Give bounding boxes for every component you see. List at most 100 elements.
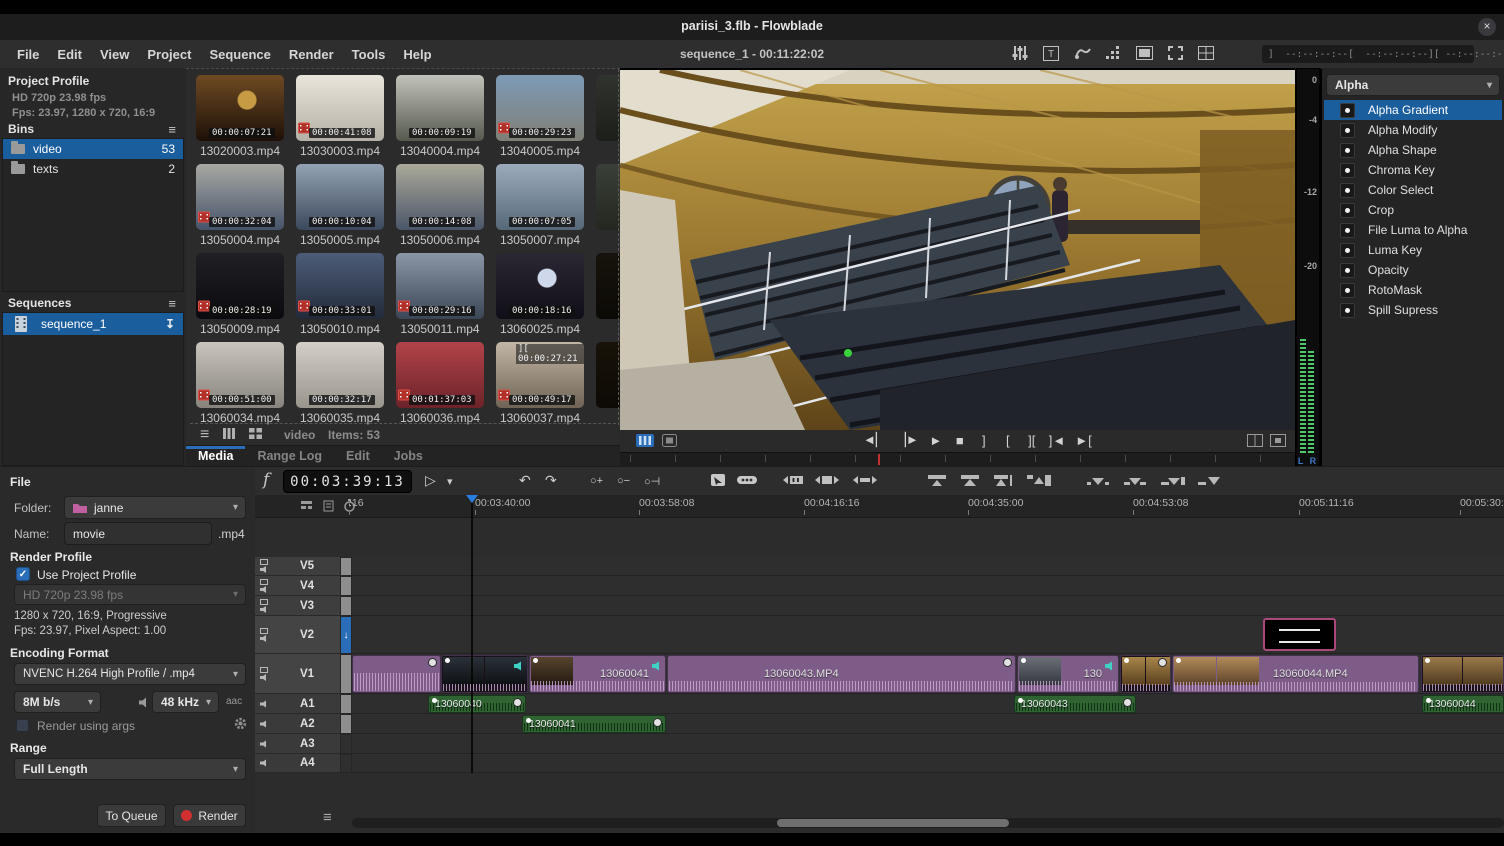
undo-icon[interactable]: ↶ [519,472,531,489]
filter-item-alpha-gradient[interactable]: Alpha Gradient [1324,100,1502,120]
batch-grid-icon[interactable] [1103,44,1123,62]
sequences-menu-icon[interactable]: ≡ [168,296,176,311]
prev-frame-button[interactable]: ◄▏ [863,432,886,448]
redo-icon[interactable]: ↷ [545,472,557,489]
fade-handle-icon[interactable] [1123,698,1132,707]
media-item[interactable]: 00:00:10:0413050005.mp4 [290,164,390,247]
fade-handle-icon[interactable] [653,718,662,727]
bitrate-select[interactable]: 8M b/s ▾ [14,691,101,713]
track-height-control-a4[interactable] [340,754,352,773]
media-item[interactable]: 130 [590,253,620,336]
timeline-clip-video[interactable]: 13060043.MP4 [667,655,1016,693]
lift-icon[interactable] [960,473,980,492]
mixer-icon[interactable] [1010,44,1030,62]
monitor-scrub-bar[interactable] [620,452,1295,467]
filter-item-file-luma-to-alpha[interactable]: File Luma to Alpha [1324,220,1502,240]
playhead-marker[interactable] [466,495,478,503]
bin-item-texts[interactable]: texts2 [3,159,183,179]
render-args-checkbox[interactable] [16,719,29,732]
timeline-clip-video[interactable] [441,655,528,693]
media-item[interactable]: 130 [590,164,620,247]
track-head-v2[interactable]: V2 [255,616,340,654]
timeline-clip-video[interactable]: 13060044.MP4 [1172,655,1419,693]
overwrite-range-icon[interactable] [1087,473,1109,492]
track-head-a3[interactable]: A3 [255,734,340,754]
media-item[interactable]: 00:00:33:0113050010.mp4 [290,253,390,336]
media-item[interactable]: 00:00:32:1713060035.mp4 [290,342,390,425]
media-item[interactable]: 00:00:09:1913040004.mp4 [390,75,490,158]
panel-drag-handle-icon[interactable]: ≡ [323,809,332,826]
track-head-v1[interactable]: V1 [255,654,340,694]
gmic-icon[interactable] [1072,44,1092,62]
media-item[interactable]: 00:00:28:1913050009.mp4 [190,253,290,336]
ripple-delete-icon[interactable] [993,473,1013,492]
encoding-select[interactable]: NVENC H.264 High Profile / .mp4 ▾ [14,663,246,685]
view-pip-icon[interactable] [1270,434,1286,452]
delete-marker-icon[interactable]: ○− [617,475,630,487]
track-lane-v4[interactable] [352,576,1504,596]
shrink-tracks-icon[interactable] [300,499,313,517]
track-lane-v5[interactable] [352,557,1504,576]
media-item[interactable]: 130 [590,342,620,425]
fade-handle-icon[interactable] [1158,658,1167,667]
next-frame-button[interactable]: ▕► [896,432,919,448]
filter-item-chroma-key[interactable]: Chroma Key [1324,160,1502,180]
insert-bar-icon[interactable] [853,473,877,492]
play-button[interactable]: ► [929,433,943,448]
track-height-control-v2[interactable]: ↓ [340,616,352,654]
range-select-icon[interactable] [710,473,726,492]
timeline-display-toggle-icon[interactable] [636,434,654,452]
insert-both-icon[interactable] [815,473,839,492]
media-item[interactable]: 00:00:14:0813050006.mp4 [390,164,490,247]
tab-edit[interactable]: Edit [334,446,382,467]
track-height-control-a1[interactable] [340,694,352,714]
column-view-icon[interactable] [223,426,235,444]
mark-in-button[interactable]: ] [977,433,991,448]
track-lane-v3[interactable] [352,596,1504,616]
media-item[interactable]: 00:00:07:2113020003.mp4 [190,75,290,158]
fade-handle-icon[interactable] [513,698,522,707]
grid-view-icon[interactable] [249,426,262,444]
sequence-item-sequence_1[interactable]: sequence_1↧ [3,313,183,335]
clear-marks-button[interactable]: ][ [1025,433,1039,448]
render-profile-select[interactable]: HD 720p 23.98 fps ▾ [14,584,246,605]
track-head-a1[interactable]: A1 [255,694,340,714]
samplerate-select[interactable]: 48 kHz ▾ [152,691,219,713]
track-height-control-v4[interactable] [340,576,352,596]
titler-icon[interactable]: T [1041,44,1061,62]
media-item[interactable]: 00:00:18:1613060025.mp4 [490,253,590,336]
track-height-control-v3[interactable] [340,596,352,616]
fade-handle-icon[interactable] [428,658,437,667]
track-height-control-v1[interactable] [340,654,352,694]
track-lane-a4[interactable] [352,754,1504,773]
track-head-v5[interactable]: V5 [255,557,340,576]
media-item[interactable]: 00:00:51:0013060034.mp4 [190,342,290,425]
gear-icon[interactable] [233,716,248,736]
to-queue-button[interactable]: To Queue [97,804,166,827]
media-item[interactable]: 00:00:29:1613050011.mp4 [390,253,490,336]
pointer-tool-icon[interactable]: ▷ [425,472,436,489]
append-icon[interactable] [1161,473,1185,492]
filter-item-luma-key[interactable]: Luma Key [1324,240,1502,260]
fade-handle-icon[interactable] [1003,658,1012,667]
stop-button[interactable]: ■ [953,433,967,448]
timeline-clip-audio[interactable]: 13060041 [522,715,666,733]
filter-item-crop[interactable]: Crop [1324,200,1502,220]
render-button[interactable]: Render [173,804,246,827]
media-image-icon[interactable] [1134,44,1154,62]
bins-menu-icon[interactable]: ≡ [168,122,176,137]
insert-left-icon[interactable] [783,473,805,492]
scrub-position-marker[interactable] [878,454,880,465]
fullscreen-icon[interactable] [1165,44,1185,62]
timeline-clip-title[interactable] [1263,618,1336,651]
media-item[interactable]: 130 [590,75,620,158]
media-item[interactable]: 00:00:32:0413050004.mp4 [190,164,290,247]
filter-item-rotomask[interactable]: RotoMask [1324,280,1502,300]
timeline-clip-audio[interactable]: 13060044 [1422,695,1504,713]
track-head-v4[interactable]: V4 [255,576,340,596]
timeline-clip-audio[interactable]: 13060043 [1014,695,1136,713]
scrollbar-thumb[interactable] [777,819,1009,827]
clip-display-toggle-icon[interactable] [662,434,677,452]
filter-item-opacity[interactable]: Opacity [1324,260,1502,280]
timeline-clip-video[interactable] [1421,655,1504,693]
